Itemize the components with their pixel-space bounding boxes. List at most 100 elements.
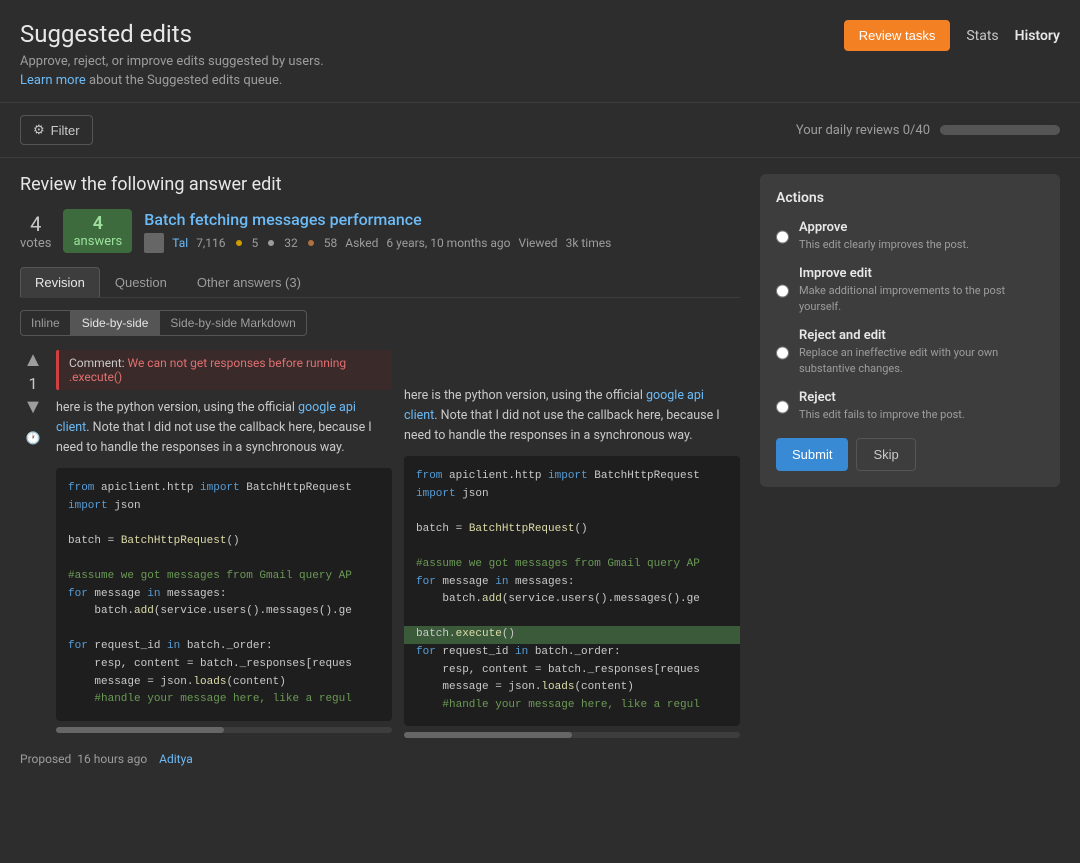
submit-button[interactable]: Submit [776,438,848,471]
chevron-down-icon [23,396,43,418]
right-panel: Actions Approve This edit clearly improv… [760,174,1060,766]
votes-label: votes [20,236,51,251]
proposed-author-link[interactable]: Aditya [159,752,193,766]
original-api-link[interactable]: google api client [56,400,356,435]
badges-gold: 5 [252,236,259,250]
view-mode-tabs: Inline Side-by-side Side-by-side Markdow… [20,310,740,336]
actions-panel: Actions Approve This edit clearly improv… [760,174,1060,487]
review-tasks-button[interactable]: Review tasks [844,20,951,51]
approve-radio[interactable] [776,222,789,252]
side-by-side-diff: Comment: We can not get responses before… [56,350,740,738]
vote-up-button[interactable] [23,350,43,370]
viewed-label: Viewed [519,236,558,250]
action-reject-and-edit[interactable]: Reject and edit Replace an ineffective e… [776,328,1044,376]
vote-number: 4 [20,212,51,236]
viewed-count: 3k times [566,236,612,250]
improve-edit-desc: Make additional improvements to the post… [799,283,1044,314]
vote-count: 4 votes [20,212,51,251]
question-info-row: Tal 7,116 5 32 58 Asked 6 years, 10 mont… [144,233,611,253]
review-heading: Review the following answer edit [20,174,740,195]
improve-edit-label: Improve edit [799,266,1044,281]
reject-radio[interactable] [776,392,789,422]
filter-label: Filter [51,123,80,138]
reject-and-edit-label: Reject and edit [799,328,1044,343]
view-sidebyside-markdown[interactable]: Side-by-side Markdown [159,310,306,336]
bronze-badge-dot [308,240,314,246]
daily-reviews: Your daily reviews 0/40 [796,123,1060,138]
reject-desc: This edit fails to improve the post. [799,407,965,422]
header-nav: Review tasks Stats History [844,20,1060,51]
header-title-area: Suggested edits Approve, reject, or impr… [20,20,324,92]
gear-icon [33,122,45,138]
answers-badge: 4 answers [63,209,132,253]
history-nav-link[interactable]: History [1015,28,1060,44]
question-meta: 4 votes 4 answers Batch fetching message… [20,209,740,253]
user-rep: 7,116 [196,236,225,250]
revised-panel: here is the python version, using the of… [404,350,740,738]
chevron-up-icon [23,349,43,371]
revised-api-link[interactable]: google api client [404,388,704,423]
badges-silver: 32 [284,236,298,250]
filter-button[interactable]: Filter [20,115,93,145]
view-sidebyside[interactable]: Side-by-side [71,310,160,336]
action-improve-edit[interactable]: Improve edit Make additional improvement… [776,266,1044,314]
answers-number: 4 [73,213,122,234]
answer-area: 1 Comment: We can not get responses befo… [20,350,740,738]
original-scrollbar-thumb [56,727,224,733]
tab-question[interactable]: Question [100,267,182,297]
original-panel: Comment: We can not get responses before… [56,350,392,738]
original-scrollbar[interactable] [56,727,392,733]
revised-text: here is the python version, using the of… [404,386,740,446]
tab-revision[interactable]: Revision [20,267,100,297]
daily-reviews-label: Your daily reviews 0/40 [796,123,930,138]
revised-comment-spacer [404,350,740,378]
left-panel: Review the following answer edit 4 votes… [20,174,740,766]
silver-badge-dot [268,240,274,246]
approve-label: Approve [799,220,969,235]
action-reject[interactable]: Reject This edit fails to improve the po… [776,390,1044,422]
original-code-block: from apiclient.http import BatchHttpRequ… [56,468,392,721]
gold-badge-dot [236,240,242,246]
header-learn-more: Learn more about the Suggested edits que… [20,73,324,88]
badges-bronze: 58 [324,236,338,250]
revised-scrollbar-thumb [404,732,572,738]
header-description: Approve, reject, or improve edits sugges… [20,54,324,69]
page-title: Suggested edits [20,20,324,48]
avatar [144,233,164,253]
proposed-label: Proposed [20,752,71,766]
review-tabs: Revision Question Other answers (3) [20,267,740,298]
stats-nav-link[interactable]: Stats [966,28,998,44]
proposed-time: 16 hours ago [77,752,147,766]
filter-bar: Filter Your daily reviews 0/40 [0,103,1080,158]
reject-and-edit-desc: Replace an ineffective edit with your ow… [799,345,1044,376]
answers-label: answers [73,234,122,249]
vote-down-button[interactable] [23,397,43,417]
revised-code-block: from apiclient.http import BatchHttpRequ… [404,456,740,726]
asked-label: Asked [345,236,378,250]
progress-bar [940,125,1060,135]
original-text: here is the python version, using the of… [56,398,392,458]
question-title-link[interactable]: Batch fetching messages performance [144,210,421,229]
learn-more-link[interactable]: Learn more [20,73,86,88]
proposed-footer: Proposed 16 hours ago Aditya [20,752,740,766]
actions-buttons: Submit Skip [776,438,1044,471]
page-header: Suggested edits Approve, reject, or impr… [0,0,1080,103]
skip-button[interactable]: Skip [856,438,915,471]
reject-label: Reject [799,390,965,405]
actions-title: Actions [776,190,1044,206]
approve-desc: This edit clearly improves the post. [799,237,969,252]
reject-and-edit-radio[interactable] [776,330,789,376]
revised-scrollbar[interactable] [404,732,740,738]
answer-vote-number: 1 [29,374,38,393]
question-title-area: Batch fetching messages performance Tal … [144,210,611,253]
action-approve[interactable]: Approve This edit clearly improves the p… [776,220,1044,252]
main-content: Review the following answer edit 4 votes… [0,158,1080,782]
history-button[interactable] [26,429,41,445]
asked-time: 6 years, 10 months ago [386,236,510,250]
author-link[interactable]: Tal [172,236,188,250]
improve-edit-radio[interactable] [776,268,789,314]
clock-icon [26,429,41,445]
view-inline[interactable]: Inline [20,310,71,336]
tab-other-answers[interactable]: Other answers (3) [182,267,316,297]
diff-comment-original: Comment: We can not get responses before… [56,350,392,390]
